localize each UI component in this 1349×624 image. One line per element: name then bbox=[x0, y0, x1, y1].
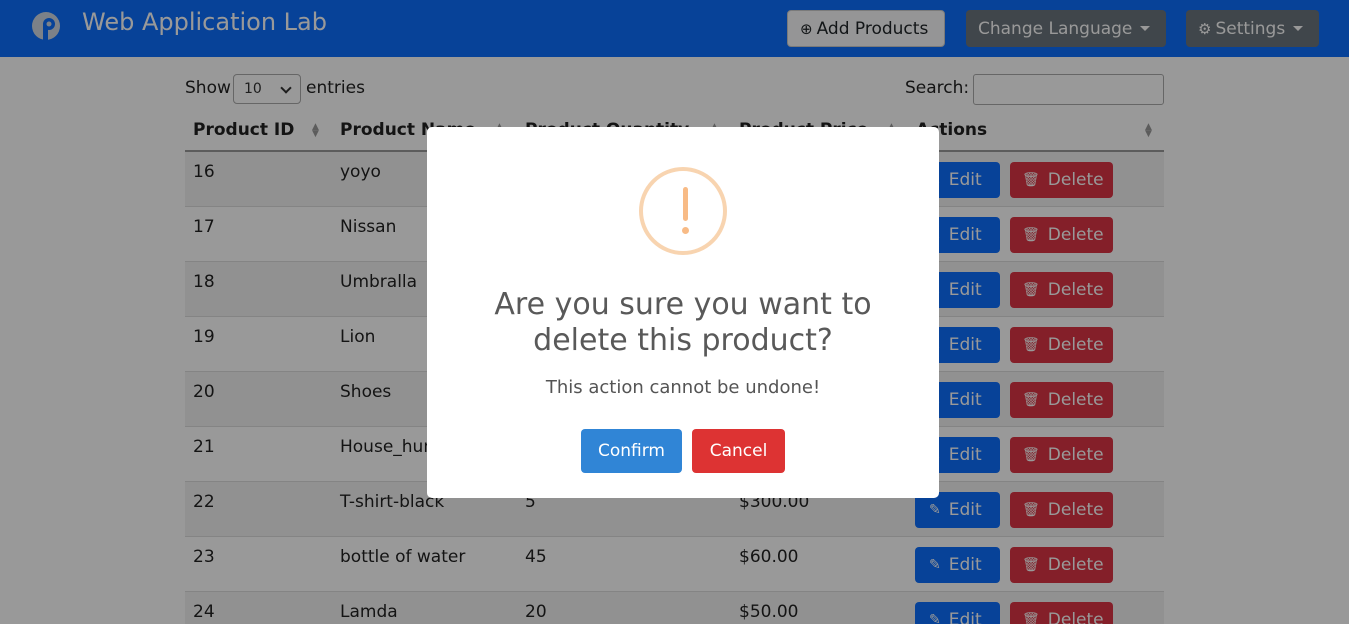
confirm-button[interactable]: Confirm bbox=[581, 429, 682, 473]
confirm-delete-dialog: Are you sure you want to delete this pro… bbox=[427, 127, 939, 498]
warning-exclamation-dot bbox=[682, 227, 689, 234]
warning-icon bbox=[639, 167, 727, 255]
warning-exclamation-bar bbox=[683, 187, 688, 221]
dialog-text: This action cannot be undone! bbox=[545, 377, 821, 398]
dialog-title: Are you sure you want to delete this pro… bbox=[494, 287, 872, 358]
cancel-button[interactable]: Cancel bbox=[692, 429, 785, 473]
